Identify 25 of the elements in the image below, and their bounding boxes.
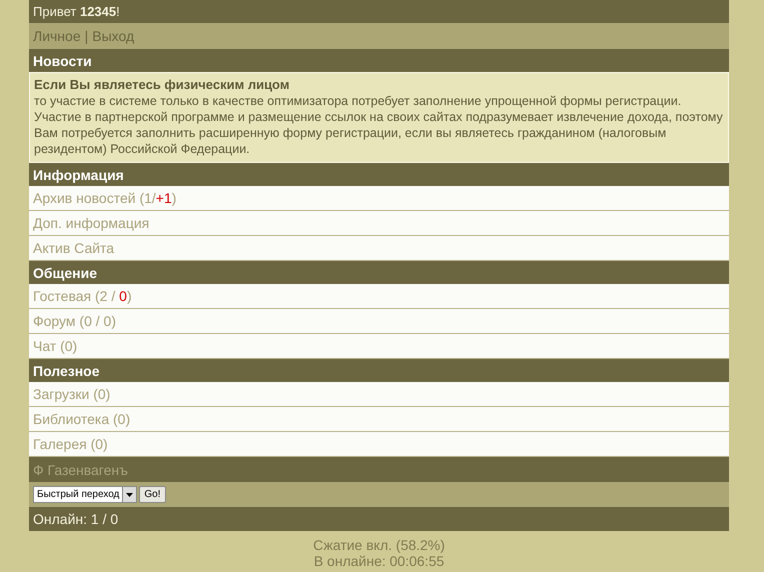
menu-link[interactable]: Библиотека (0) [29,407,729,432]
menu-link[interactable]: Актив Сайта [29,236,729,261]
nav-link[interactable]: Личное [33,28,81,44]
menu-link[interactable]: Доп. информация [29,211,729,236]
menu-link[interactable]: Гостевая (2 / 0) [29,284,729,309]
menu-link[interactable]: Чат (0) [29,334,729,359]
greeting-text: Привет 12345! [33,4,120,19]
news-text: то участие в системе только в качестве оптимизатора потребует заполнение упрощенной формы регистрации. Участие в партнерской программе и размещение ссылок на своих сайтах подразумевает извлечение дохода, поэтому Вам потребуется заполнить расширенную форму регистрации, если вы являетесь гражданином (налоговым резидентом) Российской Федерации. [34,93,724,157]
separator-text: | [84,28,88,44]
footer-text: В онлайне: 00:06:55 [312,553,446,569]
menu-link[interactable]: Архив новостей (1/+1) [29,186,729,211]
menu-link[interactable]: Галерея (0) [29,432,729,457]
section-header: Общение [29,261,729,284]
section-header: Новости [29,49,729,72]
section-header: Информация [29,163,729,186]
quick-jump-select[interactable]: Быстрый переход [33,486,138,503]
online-text: Онлайн: 1 / 0 [33,511,118,527]
news-headline: Если Вы являетесь физическим лицом [34,77,290,93]
menu-link[interactable]: Форум (0 / 0) [29,309,729,334]
section-header: Полезное [29,359,729,382]
nav-link[interactable]: Выход [92,28,134,44]
footer-text: Сжатие вкл. (58.2%) [312,537,446,553]
menu-link[interactable]: Загрузки (0) [29,382,729,407]
signature-text: Ф Газенвагенъ [33,462,128,478]
go-button[interactable]: Go! [139,486,166,503]
